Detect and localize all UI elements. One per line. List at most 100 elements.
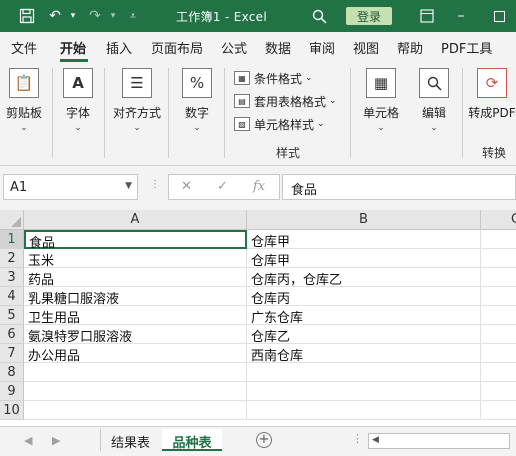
row-header[interactable]: 10 [0, 401, 24, 420]
tab-file[interactable]: 文件 [11, 38, 37, 57]
cell-a4[interactable]: 乳果糖口服溶液 [24, 287, 247, 307]
cell-c2[interactable] [481, 249, 516, 268]
cells-label: 单元格 [362, 106, 399, 120]
convert-to-pdf-label: 转成PDF [468, 106, 516, 120]
cell-a8[interactable] [24, 363, 247, 382]
row-header[interactable]: 7 [0, 344, 24, 363]
tab-help[interactable]: 帮助 [397, 38, 423, 57]
table-format-icon: ▤ [234, 94, 250, 108]
tab-page-layout[interactable]: 页面布局 [151, 38, 203, 57]
font-button[interactable]: A 字体 ⌄ [56, 64, 100, 144]
cell-b1[interactable]: 仓库甲 [247, 230, 481, 250]
cell-b10[interactable] [247, 401, 481, 420]
cell-a10[interactable] [24, 401, 247, 420]
cell-a3[interactable]: 药品 [24, 268, 247, 288]
tab-review[interactable]: 审阅 [309, 38, 335, 57]
cell-a1[interactable]: 食品 [24, 230, 247, 251]
ribbon-divider [350, 68, 351, 158]
cell-b5[interactable]: 广东仓库 [247, 306, 481, 326]
chevron-down-icon[interactable]: ▼ [125, 181, 132, 191]
editing-label: 编辑 [421, 106, 446, 120]
row-header[interactable]: 8 [0, 363, 24, 382]
more-options-icon[interactable]: ⋮ [352, 432, 363, 445]
column-header-a[interactable]: A [24, 210, 247, 230]
cell-b6[interactable]: 仓库乙 [247, 325, 481, 345]
login-button[interactable]: 登录 [346, 7, 392, 25]
conditional-format-button[interactable]: ▦ 条件格式 ⌄ [234, 68, 313, 88]
clipboard-label: 剪贴板 [5, 106, 42, 120]
format-as-table-button[interactable]: ▤ 套用表格格式 ⌄ [234, 91, 337, 111]
cells-button[interactable]: ▦ 单元格 ⌄ [358, 64, 404, 144]
undo-dropdown-icon[interactable]: ▾ [64, 7, 82, 25]
undo-icon[interactable]: ↶ [46, 7, 64, 25]
number-button[interactable]: % 数字 ⌄ [175, 64, 219, 144]
add-sheet-icon[interactable]: + [256, 432, 272, 448]
row-header[interactable]: 1 [0, 230, 24, 249]
alignment-button[interactable]: ☰ 对齐方式 ⌄ [112, 64, 162, 144]
cell-b9[interactable] [247, 382, 481, 401]
redo-dropdown-icon[interactable]: ▾ [104, 7, 122, 25]
maximize-icon[interactable] [490, 7, 508, 25]
scroll-left-arrow-icon[interactable]: ◀ [372, 435, 379, 445]
spreadsheet-grid: A B C 1 食品 仓库甲 2 玉米 仓库甲 3 药品 仓库丙，仓库乙 4 乳… [0, 210, 516, 426]
column-header-b[interactable]: B [247, 210, 481, 230]
row-header[interactable]: 4 [0, 287, 24, 306]
customize-toolbar-icon[interactable]: ⩡ [124, 7, 142, 25]
tab-home[interactable]: 开始 [60, 38, 86, 57]
scroll-right-icon[interactable]: ▶ [52, 434, 60, 447]
scroll-left-icon[interactable]: ◀ [24, 434, 32, 447]
cell-c1[interactable] [481, 230, 516, 249]
row-header[interactable]: 3 [0, 268, 24, 287]
minimize-icon[interactable]: – [452, 7, 470, 25]
cell-a9[interactable] [24, 382, 247, 401]
cell-c6[interactable] [481, 325, 516, 344]
tab-view[interactable]: 视图 [353, 38, 379, 57]
cancel-icon[interactable]: ✕ [181, 179, 192, 194]
save-icon[interactable] [18, 7, 36, 25]
styles-group-label: 样式 [276, 146, 301, 160]
cell-c9[interactable] [481, 382, 516, 401]
cell-a6[interactable]: 氨溴特罗口服溶液 [24, 325, 247, 345]
cell-b4[interactable]: 仓库丙 [247, 287, 481, 307]
cell-b2[interactable]: 仓库甲 [247, 249, 481, 269]
tab-formulas[interactable]: 公式 [221, 38, 247, 57]
insert-function-icon[interactable]: fx [253, 179, 265, 194]
clipboard-button[interactable]: 📋 剪贴板 ⌄ [2, 64, 46, 144]
enter-icon[interactable]: ✓ [217, 179, 228, 194]
cell-a5[interactable]: 卫生用品 [24, 306, 247, 326]
convert-to-pdf-button[interactable]: ⟳ 转成PDF [468, 64, 516, 144]
cell-c10[interactable] [481, 401, 516, 420]
search-icon[interactable] [310, 7, 328, 25]
cell-c4[interactable] [481, 287, 516, 306]
formula-bar: A1 ▼ ⋮ ✕ ✓ fx 食品 [0, 166, 516, 210]
tab-pdf-tools[interactable]: PDF工具 [441, 38, 492, 57]
chevron-down-icon: ⌄ [305, 73, 313, 83]
tab-data[interactable]: 数据 [265, 38, 291, 57]
row-header[interactable]: 6 [0, 325, 24, 344]
formula-input[interactable]: 食品 [282, 174, 516, 200]
tab-insert[interactable]: 插入 [106, 38, 132, 57]
cell-c7[interactable] [481, 344, 516, 363]
column-header-c[interactable]: C [481, 210, 516, 230]
cell-a7[interactable]: 办公用品 [24, 344, 247, 364]
select-all-button[interactable] [0, 210, 24, 230]
redo-icon[interactable]: ↷ [86, 7, 104, 25]
cell-b8[interactable] [247, 363, 481, 382]
sheet-tab-varieties[interactable]: 品种表 [162, 429, 222, 451]
editing-button[interactable]: 编辑 ⌄ [412, 64, 456, 144]
name-box[interactable]: A1 ▼ [3, 174, 138, 200]
cell-b7[interactable]: 西南仓库 [247, 344, 481, 364]
cell-a2[interactable]: 玉米 [24, 249, 247, 269]
row-header[interactable]: 5 [0, 306, 24, 325]
cell-b3[interactable]: 仓库丙，仓库乙 [247, 268, 481, 288]
sheet-tab-results[interactable]: 结果表 [100, 429, 160, 451]
cell-styles-button[interactable]: ▧ 单元格样式 ⌄ [234, 114, 325, 134]
ribbon-display-options-icon[interactable] [418, 7, 436, 25]
row-header[interactable]: 2 [0, 249, 24, 268]
more-options-icon[interactable]: ⋮ [150, 179, 160, 190]
cell-c8[interactable] [481, 363, 516, 382]
cell-c3[interactable] [481, 268, 516, 287]
cell-c5[interactable] [481, 306, 516, 325]
row-header[interactable]: 9 [0, 382, 24, 401]
horizontal-scrollbar[interactable]: ◀ [368, 433, 510, 449]
